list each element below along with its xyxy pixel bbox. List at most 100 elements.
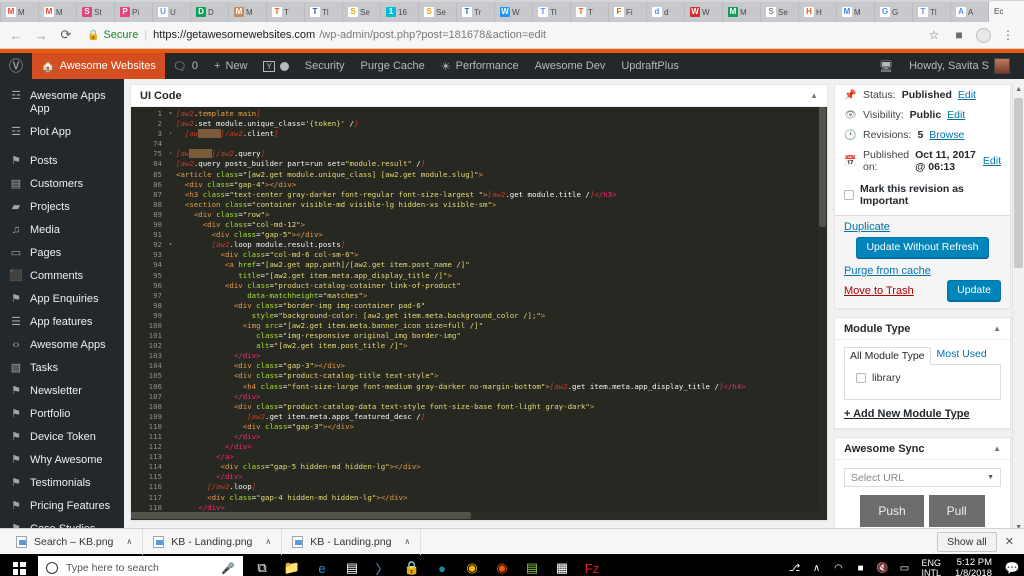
dolphin-icon[interactable]: ●: [427, 554, 457, 576]
sidebar-item-awesome-apps-app[interactable]: ☲ Awesome Apps App: [0, 85, 124, 121]
sidebar-item-media[interactable]: ♫ Media: [0, 219, 124, 242]
lock-icon[interactable]: 🔒: [397, 554, 427, 576]
browser-tab[interactable]: MM: [38, 2, 80, 22]
chevron-up-icon[interactable]: ▲: [993, 444, 1001, 453]
code-line[interactable]: 103 </div>: [131, 351, 827, 362]
browser-tab[interactable]: MM: [228, 2, 270, 22]
browser-tab[interactable]: P Pi: [114, 2, 156, 22]
code-line[interactable]: 75 › [aw2.que[/aw2.query]: [131, 149, 827, 160]
download-item[interactable]: KB - Landing.png ∧: [282, 528, 422, 555]
update-without-refresh-button[interactable]: Update Without Refresh: [856, 237, 989, 258]
browser-tab[interactable]: 1 16: [380, 2, 422, 22]
library-checkbox[interactable]: [856, 373, 866, 383]
code-line[interactable]: 111 </div>: [131, 432, 827, 443]
browser-tab[interactable]: TT: [570, 2, 612, 22]
code-fold-toggle-icon[interactable]: [167, 220, 174, 230]
code-line[interactable]: 95 title="[aw2.get item.meta.app_display…: [131, 270, 827, 281]
wordpress-icon[interactable]: Ⓥ: [0, 56, 32, 76]
file-explorer-icon[interactable]: 📁: [277, 554, 307, 576]
browser-tab[interactable]: TT: [266, 2, 308, 22]
browser-tab[interactable]: GG: [874, 2, 916, 22]
code-fold-toggle-icon[interactable]: ›: [167, 149, 174, 159]
code-line[interactable]: 74: [131, 139, 827, 150]
code-line[interactable]: 104 <div class="gap-3"></div>: [131, 361, 827, 372]
code-fold-toggle-icon[interactable]: [167, 281, 174, 291]
chevron-up-icon[interactable]: ∧: [126, 537, 132, 546]
browser-tab[interactable]: Ec✕: [988, 1, 1024, 22]
browser-tab[interactable]: S St: [76, 2, 118, 22]
code-line[interactable]: 108 <div class="product-catalog-data tex…: [131, 401, 827, 412]
code-fold-toggle-icon[interactable]: [167, 119, 174, 129]
browser-tab[interactable]: dd: [646, 2, 688, 22]
code-fold-toggle-icon[interactable]: [167, 472, 174, 482]
code-fold-toggle-icon[interactable]: [167, 331, 174, 341]
share-icon[interactable]: ⎇: [784, 563, 806, 574]
code-fold-toggle-icon[interactable]: [167, 341, 174, 351]
browser-tab[interactable]: HH: [798, 2, 840, 22]
add-new-module-type-link[interactable]: + Add New Module Type: [844, 408, 970, 420]
code-line[interactable]: 96 <div class="product-catalog-cotainer …: [131, 280, 827, 291]
code-line[interactable]: 91 <div class="gap-5"></div>: [131, 230, 827, 241]
code-line[interactable]: 116 [/aw2.loop]: [131, 482, 827, 493]
browser-tab[interactable]: WW: [684, 2, 726, 22]
browser-tab[interactable]: T Tl: [912, 2, 954, 22]
sidebar-item-device-token[interactable]: ⚑ Device Token: [0, 426, 124, 449]
sidebar-item-app-features[interactable]: ☰ App features: [0, 311, 124, 334]
code-line[interactable]: 107 </div>: [131, 391, 827, 402]
code-fold-toggle-icon[interactable]: ▾: [167, 109, 174, 119]
calculator-icon[interactable]: ▦: [547, 554, 577, 576]
language-indicator[interactable]: ENG INTL: [916, 558, 948, 576]
adminbar-comments[interactable]: 🗨 0: [165, 53, 206, 79]
reload-icon[interactable]: ⟳: [58, 27, 74, 43]
code-line[interactable]: 85 <article class="[aw2.get module.unique…: [131, 169, 827, 180]
browser-tab[interactable]: T Tr: [456, 2, 498, 22]
browser-tab[interactable]: F Fi: [608, 2, 650, 22]
code-fold-toggle-icon[interactable]: [167, 412, 174, 422]
code-line[interactable]: 115 </div>: [131, 472, 827, 483]
code-line[interactable]: 113 </a>: [131, 452, 827, 463]
code-fold-toggle-icon[interactable]: [167, 493, 174, 503]
page-scrollbar[interactable]: ▲ ▼: [1012, 84, 1024, 528]
code-line[interactable]: 84 [aw2.query posts_builder part=run set=…: [131, 159, 827, 170]
code-fold-toggle-icon[interactable]: [167, 200, 174, 210]
code-line[interactable]: 3 › [aw2.cli[/aw2.client]: [131, 129, 827, 140]
star-icon[interactable]: ☆: [926, 28, 942, 42]
code-line[interactable]: 90 <div class="col-md-12">: [131, 220, 827, 231]
code-fold-toggle-icon[interactable]: [167, 452, 174, 462]
sidebar-item-app-enquiries[interactable]: ⚑ App Enquiries: [0, 288, 124, 311]
browser-tab[interactable]: S Se: [760, 2, 802, 22]
chevron-up-icon[interactable]: ∧: [265, 537, 271, 546]
browser-tab[interactable]: MM: [836, 2, 878, 22]
code-fold-toggle-icon[interactable]: [167, 260, 174, 270]
code-fold-toggle-icon[interactable]: [167, 462, 174, 472]
address-bar[interactable]: 🔒 Secure | https://getawesomewebsites.co…: [83, 26, 917, 45]
store-icon[interactable]: ▤: [337, 554, 367, 576]
wifi-icon[interactable]: ◠: [828, 563, 850, 574]
code-fold-toggle-icon[interactable]: [167, 351, 174, 361]
editor-vertical-scroll-thumb[interactable]: [819, 107, 826, 227]
code-fold-toggle-icon[interactable]: [167, 321, 174, 331]
tab-all-module-type[interactable]: All Module Type: [844, 347, 931, 365]
show-all-downloads-button[interactable]: Show all: [937, 531, 997, 552]
code-fold-toggle-icon[interactable]: [167, 311, 174, 321]
code-line[interactable]: 100 <img src="[aw2.get item.meta.banner_…: [131, 320, 827, 332]
code-line[interactable]: 98 <div class="border-img img-container …: [131, 300, 827, 311]
duplicate-link[interactable]: Duplicate: [844, 221, 890, 233]
sidebar-item-tasks[interactable]: ▧ Tasks: [0, 357, 124, 380]
adminbar-item-awesome-dev[interactable]: Awesome Dev: [527, 53, 614, 79]
scroll-down-arrow-icon[interactable]: ▼: [1015, 524, 1022, 528]
status-edit-link[interactable]: Edit: [958, 89, 976, 101]
powershell-icon[interactable]: 〉: [367, 554, 397, 576]
task-view-icon[interactable]: ⧉: [247, 554, 277, 576]
chrome-icon[interactable]: ◉: [457, 554, 487, 576]
code-fold-toggle-icon[interactable]: [167, 361, 174, 371]
code-line[interactable]: 89 <div class="row">: [131, 209, 827, 221]
sidebar-item-pages[interactable]: ▭ Pages: [0, 242, 124, 265]
edge-icon[interactable]: e: [307, 554, 337, 576]
code-fold-toggle-icon[interactable]: [167, 271, 174, 281]
revisions-browse-link[interactable]: Browse: [929, 129, 964, 141]
code-fold-toggle-icon[interactable]: [167, 392, 174, 402]
code-fold-toggle-icon[interactable]: [167, 301, 174, 311]
code-line[interactable]: 109 [aw2.get item.meta.apps_featured_des…: [131, 411, 827, 422]
tab-most-used[interactable]: Most Used: [931, 346, 993, 364]
